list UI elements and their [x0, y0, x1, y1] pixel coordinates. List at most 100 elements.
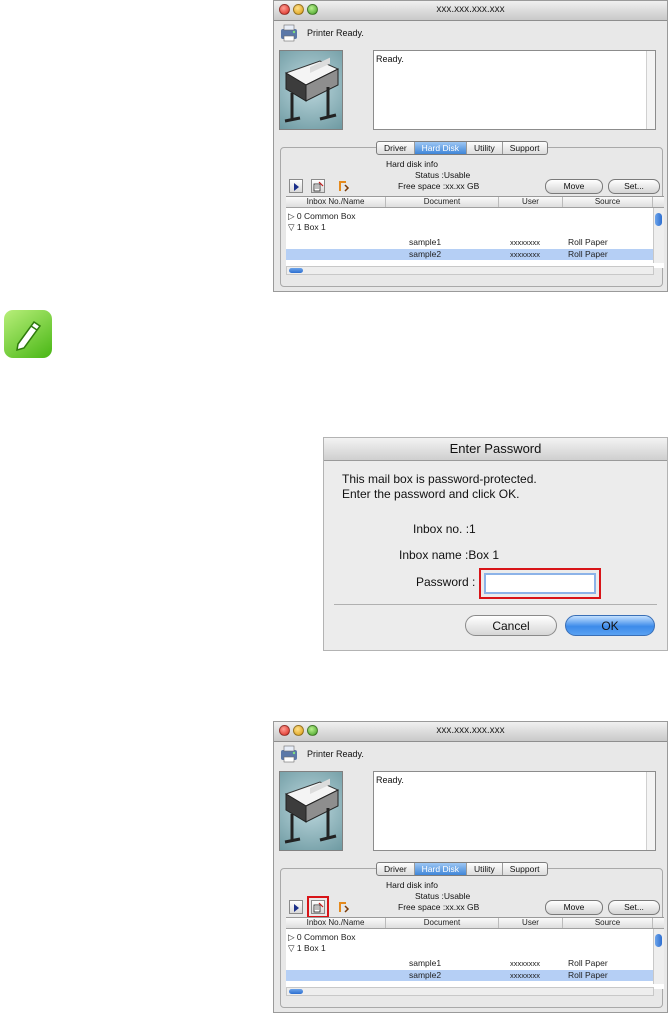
table-row[interactable]: sample1 xxxxxxxx Roll Paper	[286, 237, 653, 248]
table-row[interactable]: ▽ 1 Box 1	[286, 943, 653, 954]
table-row-selected[interactable]: sample2 xxxxxxxx Roll Paper	[286, 249, 653, 260]
set-button[interactable]: Set...	[608, 179, 660, 194]
window-titlebar[interactable]: xxx.xxx.xxx.xxx	[274, 722, 667, 742]
scroll-thumb[interactable]	[289, 268, 303, 273]
ok-button[interactable]: OK	[565, 615, 655, 636]
table-horizontal-scrollbar[interactable]	[286, 266, 654, 275]
table-vertical-scrollbar[interactable]	[653, 929, 664, 984]
printer-status-text: Printer Ready.	[307, 749, 364, 759]
tab-utility[interactable]: Utility	[467, 863, 503, 875]
bypass-button[interactable]	[337, 179, 351, 193]
set-button[interactable]: Set...	[608, 900, 660, 915]
window-titlebar[interactable]: xxx.xxx.xxx.xxx	[274, 1, 667, 21]
tab-driver[interactable]: Driver	[377, 142, 415, 154]
tab-driver[interactable]: Driver	[377, 863, 415, 875]
table-vertical-scrollbar[interactable]	[653, 208, 664, 263]
inbox-table: Inbox No./Name Document User Source ▷ 0 …	[286, 196, 664, 268]
scroll-thumb[interactable]	[289, 989, 303, 994]
scroll-thumb[interactable]	[655, 213, 662, 226]
table-horizontal-scrollbar[interactable]	[286, 987, 654, 996]
print-job-button[interactable]	[289, 179, 303, 193]
play-icon	[294, 904, 299, 912]
row-user: xxxxxxxx	[510, 971, 540, 980]
column-header-user[interactable]: User	[499, 918, 563, 928]
hard-disk-free-space: Free space :xx.xx GB	[398, 181, 480, 191]
edit-job-button[interactable]	[307, 896, 329, 918]
tab-utility[interactable]: Utility	[467, 142, 503, 154]
table-row[interactable]: ▷ 0 Common Box	[286, 211, 653, 222]
column-header-inbox[interactable]: Inbox No./Name	[286, 918, 386, 928]
table-row[interactable]: sample1 xxxxxxxx Roll Paper	[286, 958, 653, 969]
status-message: Ready.	[376, 54, 404, 64]
cancel-button[interactable]: Cancel	[465, 615, 557, 636]
column-header-inbox[interactable]: Inbox No./Name	[286, 197, 386, 207]
hard-disk-status: Status :Usable	[415, 891, 471, 901]
bypass-icon	[339, 902, 350, 913]
dialog-message: This mail box is password-protected. Ent…	[342, 472, 537, 502]
hard-disk-info: Hard disk info Status :Usable Free space…	[386, 159, 479, 192]
column-header-source[interactable]: Source	[563, 918, 653, 928]
table-row-selected[interactable]: sample2 xxxxxxxx Roll Paper	[286, 970, 653, 981]
password-label: Password :	[416, 575, 476, 589]
bypass-icon	[339, 181, 350, 192]
inbox-table: Inbox No./Name Document User Source ▷ 0 …	[286, 917, 664, 989]
status-message-box: Ready.	[373, 50, 656, 130]
column-header-document[interactable]: Document	[386, 918, 499, 928]
table-header: Inbox No./Name Document User Source	[286, 197, 664, 208]
row-source: Roll Paper	[568, 970, 608, 980]
move-button[interactable]: Move	[545, 179, 603, 194]
password-field[interactable]	[484, 573, 596, 594]
tab-support[interactable]: Support	[503, 142, 547, 154]
row-inbox-name: ▽ 1 Box 1	[288, 943, 326, 953]
pencil-note-icon	[4, 310, 52, 358]
table-row[interactable]: ▽ 1 Box 1	[286, 222, 653, 233]
move-button[interactable]: Move	[545, 900, 603, 915]
hard-disk-status: Status :Usable	[415, 170, 471, 180]
tab-hard-disk[interactable]: Hard Disk	[414, 142, 467, 154]
status-message-box: Ready.	[373, 771, 656, 851]
row-inbox-name: ▷ 0 Common Box	[288, 932, 356, 942]
printer-status-text: Printer Ready.	[307, 28, 364, 38]
bypass-button[interactable]	[337, 900, 351, 914]
printer-image	[279, 771, 343, 851]
row-source: Roll Paper	[568, 249, 608, 259]
edit-job-button[interactable]	[311, 179, 325, 193]
tab-hard-disk[interactable]: Hard Disk	[414, 863, 467, 875]
printer-illustration	[284, 57, 340, 123]
enter-password-dialog: Enter Password This mail box is password…	[323, 437, 668, 651]
tab-support[interactable]: Support	[503, 863, 547, 875]
window-title: xxx.xxx.xxx.xxx	[436, 725, 505, 736]
row-inbox-name: ▽ 1 Box 1	[288, 222, 326, 232]
inbox-number-label: Inbox no. :1	[413, 522, 476, 536]
edit-document-icon	[313, 181, 324, 192]
edit-document-icon	[313, 902, 324, 913]
printer-status-icon	[281, 24, 297, 42]
print-job-button[interactable]	[289, 900, 303, 914]
row-user: xxxxxxxx	[510, 238, 540, 247]
dialog-separator	[334, 604, 657, 605]
scroll-thumb[interactable]	[655, 934, 662, 947]
dialog-message-line2: Enter the password and click OK.	[342, 487, 520, 501]
hard-disk-info: Hard disk info Status :Usable Free space…	[386, 880, 479, 913]
hard-disk-free-space: Free space :xx.xx GB	[398, 902, 480, 912]
row-document: sample2	[409, 970, 442, 980]
tab-bar: Driver Hard Disk Utility Support	[376, 862, 548, 876]
remote-ui-window-bottom: xxx.xxx.xxx.xxx Printer Ready. Ready. Dr…	[273, 721, 668, 1013]
hard-disk-info-title: Hard disk info	[386, 159, 438, 169]
message-scrollbar[interactable]	[646, 772, 655, 850]
column-header-user[interactable]: User	[499, 197, 563, 207]
table-row[interactable]: ▷ 0 Common Box	[286, 932, 653, 943]
printer-illustration	[284, 778, 340, 844]
row-source: Roll Paper	[568, 237, 608, 247]
window-title: xxx.xxx.xxx.xxx	[436, 4, 505, 15]
printer-status-icon	[281, 745, 297, 763]
pencil-icon	[16, 320, 42, 352]
tab-bar: Driver Hard Disk Utility Support	[376, 141, 548, 155]
message-scrollbar[interactable]	[646, 51, 655, 129]
column-header-source[interactable]: Source	[563, 197, 653, 207]
row-user: xxxxxxxx	[510, 250, 540, 259]
row-inbox-name: ▷ 0 Common Box	[288, 211, 356, 221]
dialog-title: Enter Password	[324, 438, 667, 461]
dialog-message-line1: This mail box is password-protected.	[342, 472, 537, 486]
column-header-document[interactable]: Document	[386, 197, 499, 207]
